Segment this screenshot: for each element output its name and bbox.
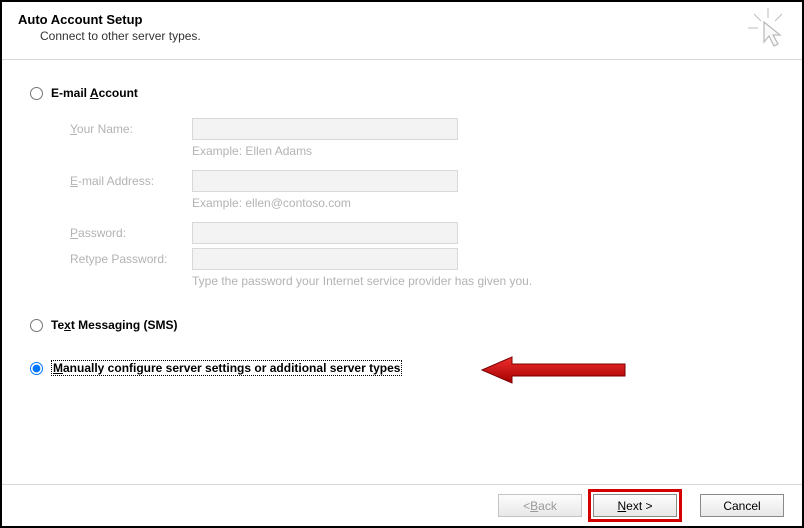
- label-email: E-mail Address:: [70, 174, 192, 188]
- option-sms[interactable]: Text Messaging (SMS): [30, 318, 774, 332]
- hint-email: Example: ellen@contoso.com: [192, 196, 774, 210]
- label-password: Password:: [70, 226, 192, 240]
- dialog-footer: < Back Next > Cancel: [2, 484, 802, 526]
- account-setup-dialog: Auto Account Setup Connect to other serv…: [0, 0, 804, 528]
- annotation-arrow-icon: [480, 355, 630, 388]
- row-password: Password:: [70, 222, 774, 244]
- radio-email-account[interactable]: [30, 87, 43, 100]
- option-sms-label: Text Messaging (SMS): [51, 318, 178, 332]
- option-email-account[interactable]: E-mail Account: [30, 86, 774, 100]
- input-email: [192, 170, 458, 192]
- row-retype-password: Retype Password:: [70, 248, 774, 270]
- dialog-title: Auto Account Setup: [18, 12, 786, 27]
- row-your-name: Your Name:: [70, 118, 774, 140]
- radio-manual-config[interactable]: [30, 362, 43, 375]
- dialog-header: Auto Account Setup Connect to other serv…: [2, 2, 802, 60]
- dialog-subtitle: Connect to other server types.: [40, 29, 786, 43]
- dialog-body: E-mail Account Your Name: Example: Ellen…: [2, 60, 802, 376]
- hint-your-name: Example: Ellen Adams: [192, 144, 774, 158]
- input-retype-password: [192, 248, 458, 270]
- next-button[interactable]: Next >: [593, 494, 677, 517]
- option-email-account-label: E-mail Account: [51, 86, 138, 100]
- next-button-highlight: Next >: [588, 489, 682, 522]
- email-form-section: Your Name: Example: Ellen Adams E-mail A…: [70, 118, 774, 288]
- input-your-name: [192, 118, 458, 140]
- label-retype-password: Retype Password:: [70, 252, 192, 266]
- cursor-star-icon: [748, 8, 788, 48]
- input-password: [192, 222, 458, 244]
- label-your-name: Your Name:: [70, 122, 192, 136]
- radio-sms[interactable]: [30, 319, 43, 332]
- back-button: < Back: [498, 494, 582, 517]
- row-email: E-mail Address:: [70, 170, 774, 192]
- option-manual-config[interactable]: Manually configure server settings or ad…: [30, 360, 774, 376]
- hint-password: Type the password your Internet service …: [192, 274, 774, 288]
- option-manual-config-label: Manually configure server settings or ad…: [51, 360, 402, 376]
- cancel-button[interactable]: Cancel: [700, 494, 784, 517]
